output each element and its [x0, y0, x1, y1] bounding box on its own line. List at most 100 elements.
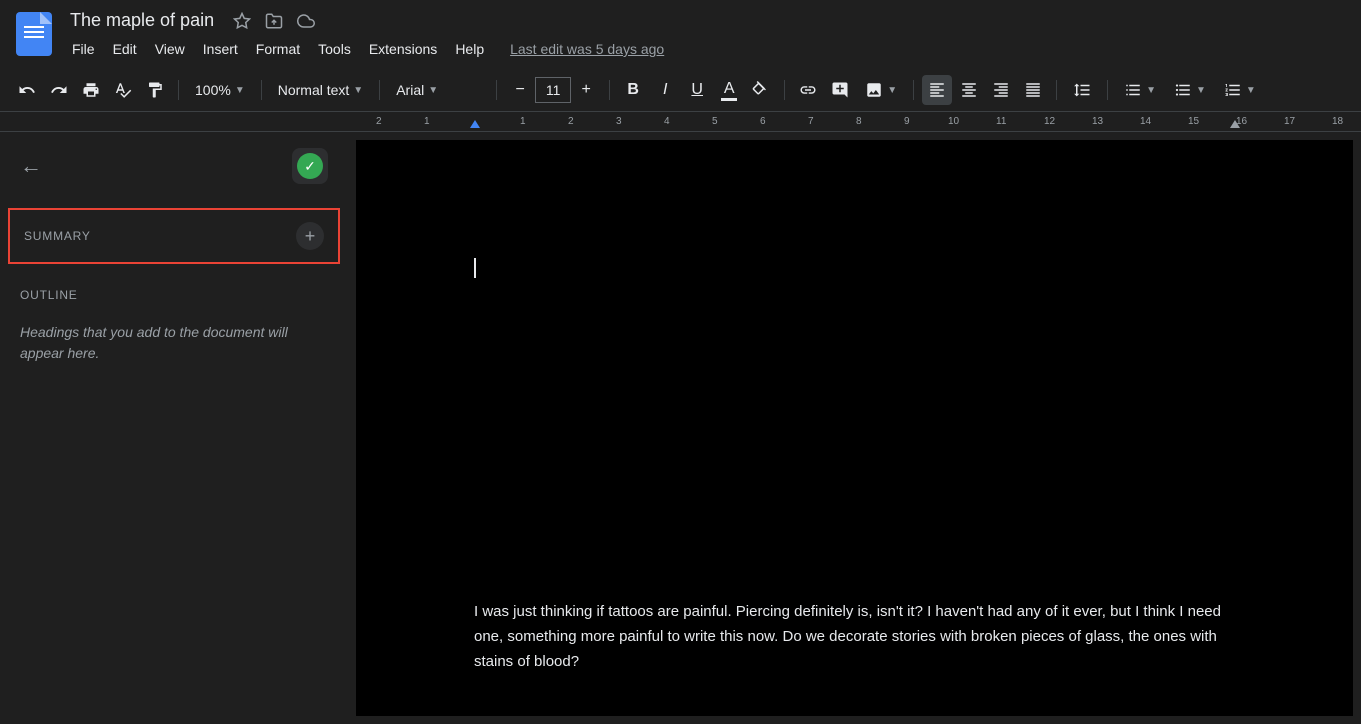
bulleted-list-button[interactable]: ▼ — [1166, 77, 1214, 103]
text-color-button[interactable]: A — [714, 75, 744, 105]
align-justify-button[interactable] — [1018, 75, 1048, 105]
move-folder-icon[interactable] — [264, 11, 284, 31]
outline-section: OUTLINE Headings that you add to the doc… — [20, 288, 328, 364]
ruler-tick: 2 — [568, 116, 574, 127]
undo-button[interactable] — [12, 75, 42, 105]
separator — [913, 80, 914, 100]
separator — [1107, 80, 1108, 100]
redo-button[interactable] — [44, 75, 74, 105]
text-cursor — [474, 258, 476, 278]
ruler-tick: 17 — [1284, 116, 1295, 127]
back-arrow-icon[interactable]: ← — [20, 153, 42, 179]
document-title[interactable]: The maple of pain — [64, 8, 220, 33]
dropdown-arrow-icon: ▼ — [887, 85, 897, 96]
zoom-select[interactable]: 100% ▼ — [187, 78, 253, 102]
align-right-button[interactable] — [986, 75, 1016, 105]
menu-edit[interactable]: Edit — [105, 37, 145, 61]
align-center-button[interactable] — [954, 75, 984, 105]
ruler-tick: 9 — [904, 116, 910, 127]
menu-help[interactable]: Help — [447, 37, 492, 61]
outline-toggle-button[interactable]: ✓ — [292, 148, 328, 184]
italic-button[interactable]: I — [650, 75, 680, 105]
dropdown-arrow-icon: ▼ — [235, 85, 245, 96]
add-summary-button[interactable]: + — [296, 222, 324, 250]
separator — [496, 80, 497, 100]
dropdown-arrow-icon: ▼ — [353, 85, 363, 96]
dropdown-arrow-icon: ▼ — [1246, 85, 1256, 96]
app-header: The maple of pain File Edit View Insert … — [0, 0, 1361, 61]
paint-format-button[interactable] — [140, 75, 170, 105]
dropdown-arrow-icon: ▼ — [1146, 85, 1156, 96]
insert-image-button[interactable]: ▼ — [857, 77, 905, 103]
font-family-select[interactable]: Arial ▼ — [388, 78, 488, 102]
main-container: ← ✓ SUMMARY + OUTLINE Headings that you … — [0, 132, 1361, 716]
separator — [261, 80, 262, 100]
ruler-tick: 18 — [1332, 116, 1343, 127]
numbered-list-button[interactable]: ▼ — [1216, 77, 1264, 103]
separator — [379, 80, 380, 100]
ruler-tick: 6 — [760, 116, 766, 127]
font-value: Arial — [396, 82, 424, 98]
checklist-button[interactable]: ▼ — [1116, 77, 1164, 103]
highlight-color-button[interactable] — [746, 75, 776, 105]
insert-link-button[interactable] — [793, 75, 823, 105]
ruler-tick: 7 — [808, 116, 814, 127]
dropdown-arrow-icon: ▼ — [1196, 85, 1206, 96]
ruler-tick: 3 — [616, 116, 622, 127]
dropdown-arrow-icon: ▼ — [428, 85, 438, 96]
ruler-tick: 14 — [1140, 116, 1151, 127]
right-margin-marker-icon[interactable] — [1230, 120, 1240, 128]
ruler-tick: 12 — [1044, 116, 1055, 127]
check-icon: ✓ — [297, 153, 323, 179]
increase-font-size-button[interactable]: + — [571, 75, 601, 105]
menu-bar: File Edit View Insert Format Tools Exten… — [64, 37, 1345, 61]
summary-section-highlighted[interactable]: SUMMARY + — [8, 208, 340, 264]
ruler-tick: 2 — [376, 116, 382, 127]
toolbar: 100% ▼ Normal text ▼ Arial ▼ − + B I U A… — [0, 69, 1361, 112]
horizontal-ruler[interactable]: 2 1 1 2 3 4 5 6 7 8 9 10 11 12 13 14 15 … — [0, 112, 1361, 132]
outline-empty-hint: Headings that you add to the document wi… — [20, 322, 328, 364]
print-button[interactable] — [76, 75, 106, 105]
line-spacing-button[interactable] — [1065, 77, 1099, 103]
separator — [178, 80, 179, 100]
last-edit-link[interactable]: Last edit was 5 days ago — [510, 41, 664, 57]
menu-extensions[interactable]: Extensions — [361, 37, 445, 61]
spellcheck-button[interactable] — [108, 75, 138, 105]
outline-sidebar: ← ✓ SUMMARY + OUTLINE Headings that you … — [0, 132, 348, 716]
outline-label: OUTLINE — [20, 288, 328, 302]
separator — [609, 80, 610, 100]
menu-view[interactable]: View — [147, 37, 193, 61]
star-icon[interactable] — [232, 11, 252, 31]
menu-insert[interactable]: Insert — [195, 37, 246, 61]
docs-logo-icon[interactable] — [16, 12, 52, 56]
ruler-tick: 10 — [948, 116, 959, 127]
ruler-tick: 8 — [856, 116, 862, 127]
bold-button[interactable]: B — [618, 75, 648, 105]
align-left-button[interactable] — [922, 75, 952, 105]
font-size-input[interactable] — [535, 77, 571, 103]
menu-tools[interactable]: Tools — [310, 37, 359, 61]
menu-format[interactable]: Format — [248, 37, 308, 61]
ruler-tick: 5 — [712, 116, 718, 127]
header-content: The maple of pain File Edit View Insert … — [64, 8, 1345, 61]
font-size-group: − + — [505, 75, 601, 105]
separator — [1056, 80, 1057, 100]
document-body-text[interactable]: I was just thinking if tattoos are painf… — [474, 600, 1234, 674]
style-value: Normal text — [278, 82, 350, 98]
separator — [784, 80, 785, 100]
ruler-tick: 4 — [664, 116, 670, 127]
summary-label: SUMMARY — [24, 229, 91, 243]
document-editor[interactable]: I was just thinking if tattoos are painf… — [356, 140, 1353, 716]
add-comment-button[interactable] — [825, 75, 855, 105]
ruler-tick: 11 — [996, 116, 1006, 127]
decrease-font-size-button[interactable]: − — [505, 75, 535, 105]
cloud-status-icon[interactable] — [296, 11, 316, 31]
menu-file[interactable]: File — [64, 37, 103, 61]
indent-marker-icon[interactable] — [470, 120, 480, 128]
underline-button[interactable]: U — [682, 75, 712, 105]
ruler-tick: 1 — [424, 116, 430, 127]
ruler-tick: 1 — [520, 116, 526, 127]
zoom-value: 100% — [195, 82, 231, 98]
plus-icon: + — [305, 226, 316, 247]
paragraph-style-select[interactable]: Normal text ▼ — [270, 78, 371, 102]
